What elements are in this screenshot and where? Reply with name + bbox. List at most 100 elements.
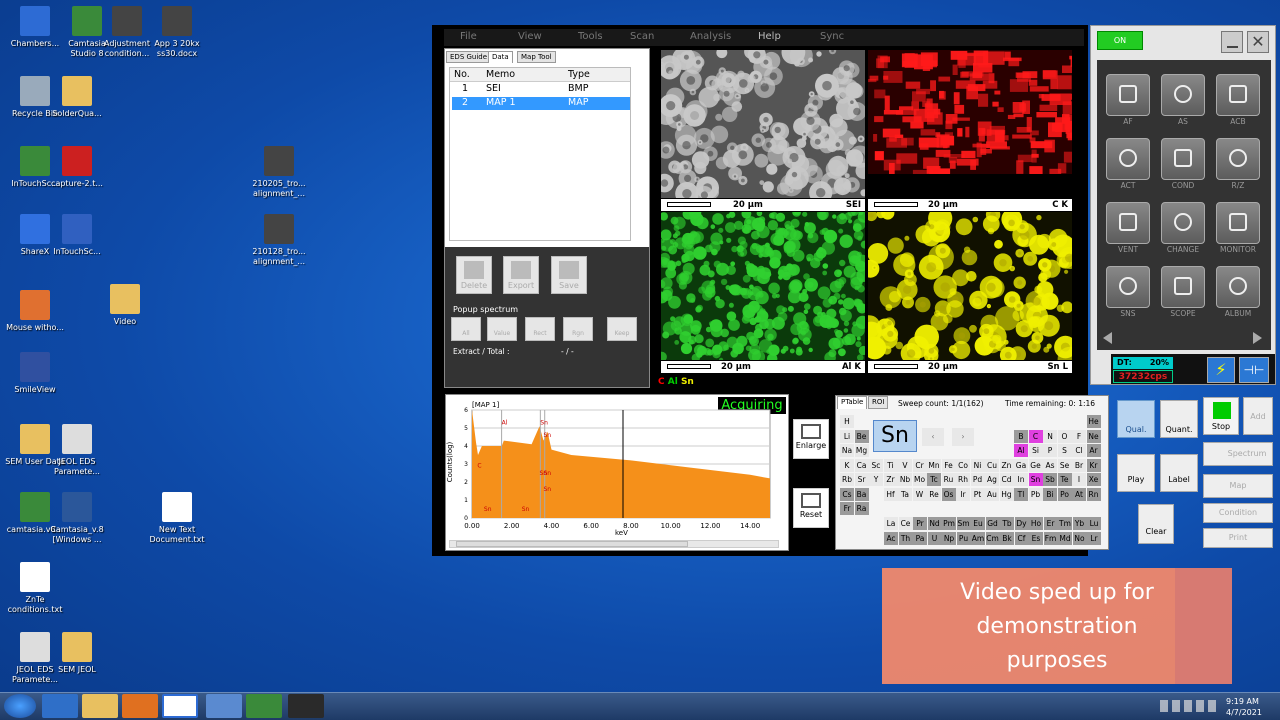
element-md[interactable]: Md [1058,532,1072,545]
element-pa[interactable]: Pa [913,532,927,545]
quant-button[interactable]: Quant. [1160,400,1198,438]
probe-icon[interactable]: ⊣⊢ [1239,357,1269,383]
spectrum-button[interactable]: Spectrum [1203,442,1273,466]
sn-l-map[interactable] [868,212,1072,360]
menu-file[interactable]: File [460,31,477,42]
element-s[interactable]: S [1057,444,1072,457]
next-element-button[interactable]: › [952,428,974,446]
element-ni[interactable]: Ni [970,458,985,472]
element-fe[interactable]: Fe [941,458,956,472]
element-la[interactable]: La [884,517,898,530]
menu-view[interactable]: View [518,31,542,42]
condition-button[interactable]: Condition [1203,503,1273,523]
popup-all-button[interactable]: All [451,317,481,341]
element-in[interactable]: In [1014,473,1028,486]
element-sm[interactable]: Sm [956,517,971,530]
element-xe[interactable]: Xe [1086,473,1101,486]
element-si[interactable]: Si [1028,444,1043,457]
element-pb[interactable]: Pb [1028,487,1043,501]
as-button[interactable] [1161,74,1205,116]
element-w[interactable]: W [912,487,927,501]
element-tb[interactable]: Tb [1000,517,1014,530]
element-yb[interactable]: Yb [1072,517,1087,530]
tab-roi[interactable]: ROI [868,396,889,409]
cond-button[interactable] [1161,138,1205,180]
element-cf[interactable]: Cf [1014,532,1029,545]
element-ac[interactable]: Ac [884,532,898,545]
element-f[interactable]: F [1072,429,1086,443]
desktop-icon[interactable]: JEOL EDS Paramete... [46,424,108,477]
col-memo[interactable]: Memo [486,69,515,80]
delete-button[interactable]: Delete [456,256,492,294]
album-button[interactable] [1216,266,1260,308]
element-ca[interactable]: Ca [854,458,869,472]
acb-button[interactable] [1216,74,1260,116]
element-cu[interactable]: Cu [985,458,999,472]
tab-map-tool[interactable]: Map Tool [517,51,556,63]
add-button[interactable]: Add [1243,397,1273,435]
scroll-left-icon[interactable] [1103,332,1112,344]
menu-scan[interactable]: Scan [630,31,654,42]
element-mo[interactable]: Mo [912,473,927,486]
sns-button[interactable] [1106,266,1150,308]
element-ta[interactable]: Ta [898,487,912,501]
element-ga[interactable]: Ga [1014,458,1028,472]
desktop-icon[interactable]: App 3 20kx ss30.docx [146,6,208,59]
label-button[interactable]: Label [1160,454,1198,492]
element-cr[interactable]: Cr [912,458,927,472]
desktop-icon[interactable]: capture-2.t... [46,146,108,189]
menu-analysis[interactable]: Analysis [690,31,731,42]
element-cd[interactable]: Cd [999,473,1014,486]
tab-ptable[interactable]: PTable [837,396,868,409]
reset-button[interactable]: Reset [793,488,829,528]
scroll-right-icon[interactable] [1253,332,1262,344]
start-button[interactable] [4,694,36,718]
menu-sync[interactable]: Sync [820,31,844,42]
col-no[interactable]: No. [454,69,470,80]
desktop-icon[interactable]: SmileView [4,352,66,395]
element-at[interactable]: At [1072,487,1086,501]
element-he[interactable]: He [1086,415,1101,428]
element-bk[interactable]: Bk [1000,532,1014,545]
element-np[interactable]: Np [942,532,956,545]
element-as[interactable]: As [1043,458,1057,472]
monitor-button[interactable] [1216,202,1260,244]
popup-rgn-button[interactable]: Rgn [563,317,593,341]
element-te[interactable]: Te [1057,473,1072,486]
explorer-icon[interactable] [82,694,118,718]
clock-date[interactable]: 4/7/2021 [1226,708,1262,717]
play-button[interactable]: Play [1117,454,1155,492]
change-button[interactable] [1161,202,1205,244]
element-no[interactable]: No [1072,532,1087,545]
print-button[interactable]: Print [1203,528,1273,548]
desktop-icon[interactable]: 210128_tro... alignment_... [248,214,310,267]
element-ra[interactable]: Ra [854,502,869,515]
element-mg[interactable]: Mg [854,444,869,457]
element-pd[interactable]: Pd [970,473,985,486]
scope-button[interactable] [1161,266,1205,308]
popup-value-button[interactable]: Value [487,317,517,341]
qual-button[interactable]: Qual. [1117,400,1155,438]
element-ho[interactable]: Ho [1029,517,1043,530]
tab-eds-guide[interactable]: EDS Guide [446,51,492,63]
element-sn[interactable]: Sn [1028,473,1043,486]
camtasia-icon[interactable] [246,694,282,718]
vent-button[interactable] [1106,202,1150,244]
element-cm[interactable]: Cm [985,532,1000,545]
element-rh[interactable]: Rh [956,473,970,486]
desktop-icon[interactable]: 210205_tro... alignment_... [248,146,310,199]
element-ag[interactable]: Ag [985,473,999,486]
c-k-map[interactable] [868,50,1072,198]
element-ru[interactable]: Ru [941,473,956,486]
tab-data[interactable]: Data [488,51,513,63]
element-tc[interactable]: Tc [927,473,941,486]
element-pu[interactable]: Pu [956,532,971,545]
close-button[interactable]: ✕ [1247,31,1269,53]
sei-image[interactable] [661,50,865,198]
element-h[interactable]: H [840,415,854,428]
element-ge[interactable]: Ge [1028,458,1043,472]
element-gd[interactable]: Gd [985,517,1000,530]
element-na[interactable]: Na [840,444,854,457]
media-player-icon[interactable] [122,694,158,718]
on-button[interactable]: ON [1097,31,1143,50]
